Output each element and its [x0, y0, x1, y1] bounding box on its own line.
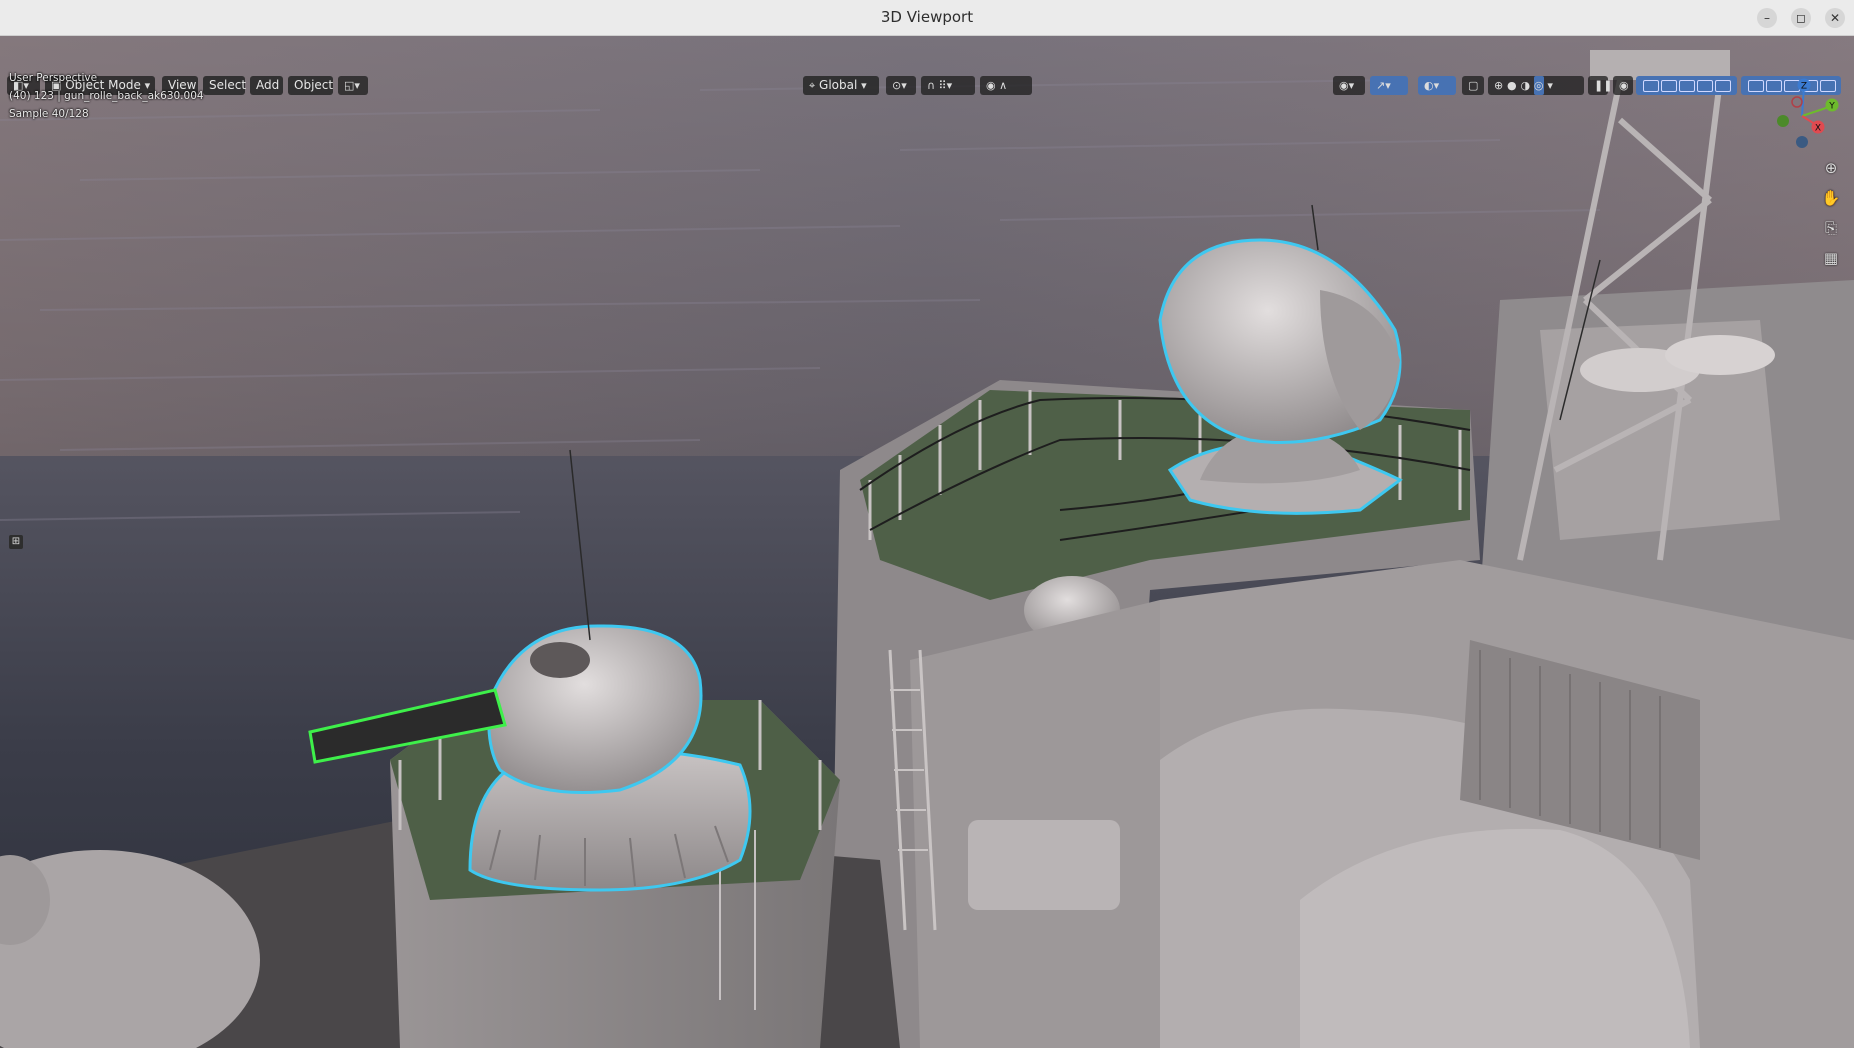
view-name: User Perspective: [9, 72, 98, 84]
viewport-header: ◧▾ ▣ Object Mode ▾ View Select Add Objec…: [0, 36, 1854, 95]
rendered-icon: ◎: [1533, 76, 1544, 95]
visibility-dropdown[interactable]: ◉▾: [1333, 76, 1365, 95]
transform-orientation-dropdown[interactable]: ⌖ Global ▾: [803, 76, 879, 95]
orientation-label: Global: [819, 78, 858, 92]
pause-icon: ❚❚: [1594, 79, 1613, 92]
viewport-render: [0, 36, 1854, 1048]
toolbar-toggle-icon[interactable]: ⊞: [9, 535, 23, 549]
collection-toggle[interactable]: [1697, 79, 1713, 92]
camera-icon[interactable]: ⎘: [1818, 216, 1844, 240]
gizmo-y-label: Y: [1828, 102, 1835, 112]
pause-render-button[interactable]: ❚❚: [1588, 76, 1612, 95]
shading-mode-group[interactable]: ⊕ ● ◑ ◎ ▾: [1488, 76, 1584, 95]
window-title: 3D Viewport: [880, 8, 974, 26]
gizmo-x-label: X: [1815, 124, 1821, 134]
eye-icon: ◉▾: [1339, 79, 1355, 92]
orientation-icon: ⌖: [809, 79, 816, 92]
chevron-down-icon: ▾: [861, 79, 867, 92]
3d-viewport[interactable]: [0, 36, 1854, 1048]
xray-toggle[interactable]: ▢: [1462, 76, 1484, 95]
overlays-toggle[interactable]: ◐▾: [1418, 76, 1456, 95]
gizmo-neg-y-axis[interactable]: [1777, 115, 1789, 127]
collection-toggle[interactable]: [1715, 79, 1731, 92]
render-sample-count: Sample 40/128: [9, 108, 89, 120]
perspective-grid-icon[interactable]: ▦: [1818, 246, 1844, 270]
hide-toggle[interactable]: ◉: [1613, 76, 1633, 95]
xray-icon: ▢: [1468, 79, 1479, 92]
gizmos-toggle[interactable]: ↗▾: [1370, 76, 1408, 95]
menu-select[interactable]: Select: [203, 76, 246, 95]
overlays-icon: ◐▾: [1424, 79, 1440, 92]
wireframe-icon: ⊕: [1494, 79, 1504, 92]
menu-add[interactable]: Add: [250, 76, 283, 95]
pivot-icon: ⊙▾: [892, 79, 907, 92]
gizmo-neg-z-axis[interactable]: [1796, 136, 1808, 148]
eye-icon: ◉: [1619, 79, 1629, 92]
collection-toggle[interactable]: [1748, 79, 1764, 92]
window-titlebar: 3D Viewport – ◻ ✕: [0, 0, 1854, 36]
collection-toggle[interactable]: [1643, 79, 1659, 92]
collection-visibility-group-1[interactable]: [1636, 76, 1737, 95]
proportional-edit-icon: ◉ ∧: [986, 79, 1008, 92]
minimize-button[interactable]: –: [1757, 8, 1777, 28]
navigation-gizmo[interactable]: Z Y X: [1768, 74, 1848, 154]
transform-gizmo-dropdown[interactable]: ◱▾: [338, 76, 368, 95]
snap-icon: ∩ ⠿▾: [927, 79, 953, 92]
solid-icon: ●: [1507, 79, 1517, 92]
menu-object[interactable]: Object: [288, 76, 333, 95]
chevron-down-icon: ▾: [1547, 79, 1553, 92]
proportional-edit-toggle[interactable]: ◉ ∧: [980, 76, 1032, 95]
gizmo-z-label: Z: [1801, 82, 1807, 92]
object-info: (40) 123 | gun_rolle_back_ak630.004: [9, 90, 204, 102]
collection-toggle[interactable]: [1661, 79, 1677, 92]
close-button[interactable]: ✕: [1825, 8, 1845, 28]
gizmo-neg-x-axis[interactable]: [1791, 96, 1803, 108]
material-preview-icon: ◑: [1520, 79, 1531, 92]
gizmo-arrow-icon: ↗▾: [1376, 79, 1391, 92]
snap-toggle[interactable]: ∩ ⠿▾: [921, 76, 975, 95]
gizmo-icon: ◱▾: [344, 79, 360, 92]
zoom-icon[interactable]: ⊕: [1818, 156, 1844, 180]
pivot-point-dropdown[interactable]: ⊙▾: [886, 76, 916, 95]
pan-hand-icon[interactable]: ✋: [1818, 186, 1844, 210]
maximize-button[interactable]: ◻: [1791, 8, 1811, 28]
collection-toggle[interactable]: [1679, 79, 1695, 92]
